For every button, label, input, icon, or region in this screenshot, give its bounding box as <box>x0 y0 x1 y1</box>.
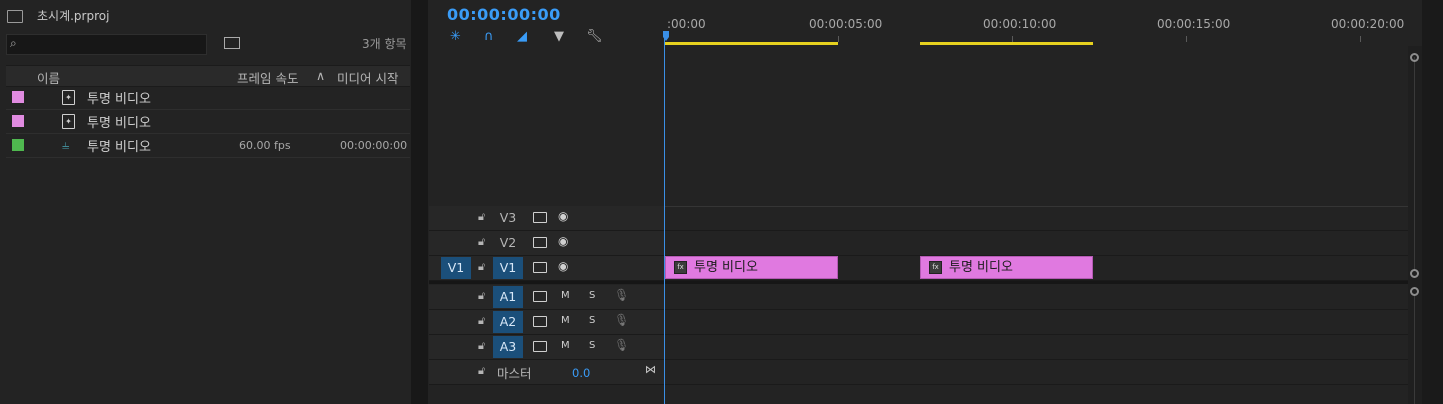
label-color-swatch[interactable] <box>12 91 24 103</box>
track-target-label[interactable]: V3 <box>493 207 523 229</box>
video-audio-divider[interactable] <box>429 281 1408 284</box>
source-patch-v1[interactable]: V1 <box>441 257 471 279</box>
scroll-handle[interactable] <box>1410 53 1419 62</box>
sync-lock-icon[interactable] <box>533 237 547 248</box>
track-target-label[interactable]: A2 <box>493 311 523 333</box>
eye-icon[interactable]: ◉ <box>558 234 568 248</box>
track-a1[interactable]: 🔓︎ A1 M S 🎙︎ <box>429 285 1408 310</box>
eye-icon[interactable]: ◉ <box>558 259 568 273</box>
sync-lock-icon[interactable] <box>533 291 547 302</box>
add-marker-icon[interactable]: ▼ <box>554 29 564 44</box>
label-color-swatch[interactable] <box>12 115 24 127</box>
linked-selection-icon[interactable]: ◢ <box>517 29 527 44</box>
track-target-label[interactable]: V1 <box>493 257 523 279</box>
microphone-icon[interactable]: 🎙︎ <box>614 338 629 352</box>
sync-lock-icon[interactable] <box>533 316 547 327</box>
render-bar <box>665 42 838 45</box>
clip-name: 투명 비디오 <box>949 260 1013 275</box>
playhead-line[interactable] <box>664 31 665 404</box>
project-title: 초시계.prproj <box>37 9 110 23</box>
mute-button[interactable]: M <box>561 290 570 301</box>
project-item-name: 투명 비디오 <box>87 140 151 155</box>
ruler-label: 00:00:15:00 <box>1157 17 1231 31</box>
sort-ascending-icon[interactable]: ∧ <box>316 68 325 83</box>
ruler-tick <box>1360 36 1361 42</box>
sync-lock-icon[interactable] <box>533 212 547 223</box>
project-item-row[interactable]: ✦ 투명 비디오 <box>6 109 410 134</box>
track-target-label[interactable]: A1 <box>493 286 523 308</box>
sync-lock-icon[interactable] <box>533 341 547 352</box>
timeline-clip[interactable]: fx 투명 비디오 <box>665 256 838 279</box>
project-item-row[interactable]: ✦ 투명 비디오 <box>6 85 410 110</box>
project-search-input[interactable] <box>6 34 207 55</box>
scroll-track <box>1414 296 1415 404</box>
project-folder-icon <box>7 10 23 23</box>
label-color-swatch[interactable] <box>12 139 24 151</box>
video-clip-icon: ✦ <box>62 114 75 129</box>
ruler-label: 00:00:20:00 <box>1331 17 1405 31</box>
ruler-tick <box>1186 36 1187 42</box>
track-v1[interactable]: V1 🔓︎ V1 ◉ <box>429 256 1408 281</box>
scroll-track <box>1414 57 1415 269</box>
sequence-icon: ⫨ <box>62 138 70 153</box>
track-target-label[interactable]: V2 <box>493 232 523 254</box>
vertical-scrollbar[interactable] <box>1408 46 1422 404</box>
wrench-settings-icon[interactable]: 🔧︎ <box>586 29 603 44</box>
track-a2[interactable]: 🔓︎ A2 M S 🎙︎ <box>429 310 1408 335</box>
ruler-label: 00:00:10:00 <box>983 17 1057 31</box>
new-bin-icon[interactable] <box>224 37 240 49</box>
mute-button[interactable]: M <box>561 315 570 326</box>
project-item-name: 투명 비디오 <box>87 116 151 131</box>
track-a3[interactable]: 🔓︎ A3 M S 🎙︎ <box>429 335 1408 360</box>
render-bar <box>920 42 1093 45</box>
master-label: 마스터 <box>497 366 532 381</box>
ruler-label: 00:00:05:00 <box>809 17 883 31</box>
microphone-icon[interactable]: 🎙︎ <box>614 288 629 302</box>
project-item-row[interactable]: ⫨ 투명 비디오 60.00 fps 00:00:00:00 <box>6 133 410 158</box>
microphone-icon[interactable]: 🎙︎ <box>614 313 629 327</box>
track-header <box>429 360 664 384</box>
solo-button[interactable]: S <box>589 315 595 326</box>
fx-badge-icon: fx <box>674 261 687 274</box>
timeline-empty-area[interactable] <box>429 46 1408 207</box>
solo-button[interactable]: S <box>589 290 595 301</box>
search-icon: ⌕ <box>10 36 17 50</box>
track-v2[interactable]: 🔓︎ V2 ◉ <box>429 231 1408 256</box>
fx-badge-icon: fx <box>929 261 942 274</box>
panel-divider[interactable] <box>411 0 428 404</box>
lock-icon[interactable]: 🔓︎ <box>478 364 485 378</box>
solo-button[interactable]: S <box>589 340 595 351</box>
lock-icon[interactable]: 🔓︎ <box>478 339 485 353</box>
scroll-handle[interactable] <box>1410 269 1419 278</box>
lock-icon[interactable]: 🔓︎ <box>478 314 485 328</box>
project-column-header: 이름 프레임 속도 ∧ 미디어 시작 <box>6 65 410 87</box>
lock-icon[interactable]: 🔓︎ <box>478 235 485 249</box>
go-to-in-out-icon[interactable]: ⋈ <box>645 363 656 376</box>
project-panel <box>0 0 411 404</box>
ruler-label: :00:00 <box>667 17 706 31</box>
snap-magnet-icon[interactable]: ∩ <box>484 29 494 44</box>
project-item-name: 투명 비디오 <box>87 92 151 107</box>
clip-name: 투명 비디오 <box>694 260 758 275</box>
item-count: 3개 항목 <box>362 37 407 51</box>
video-clip-icon: ✦ <box>62 90 75 105</box>
scroll-handle[interactable] <box>1410 287 1419 296</box>
playhead-timecode[interactable]: 00:00:00:00 <box>447 5 561 24</box>
lock-icon[interactable]: 🔓︎ <box>478 289 485 303</box>
project-item-media-start: 00:00:00:00 <box>340 139 408 152</box>
panel-edge <box>1422 0 1443 404</box>
master-volume-value[interactable]: 0.0 <box>572 366 590 380</box>
nest-sequence-icon[interactable]: ✳ <box>450 29 461 44</box>
track-target-label[interactable]: A3 <box>493 336 523 358</box>
sync-lock-icon[interactable] <box>533 262 547 273</box>
ruler-tick <box>838 36 839 42</box>
track-master[interactable]: 🔓︎ 마스터 0.0 ⋈ <box>429 360 1408 385</box>
track-v3[interactable]: 🔓︎ V3 ◉ <box>429 206 1408 231</box>
lock-icon[interactable]: 🔓︎ <box>478 210 485 224</box>
eye-icon[interactable]: ◉ <box>558 209 568 223</box>
project-item-fps: 60.00 fps <box>239 139 291 152</box>
lock-icon[interactable]: 🔓︎ <box>478 260 485 274</box>
timeline-clip[interactable]: fx 투명 비디오 <box>920 256 1093 279</box>
mute-button[interactable]: M <box>561 340 570 351</box>
